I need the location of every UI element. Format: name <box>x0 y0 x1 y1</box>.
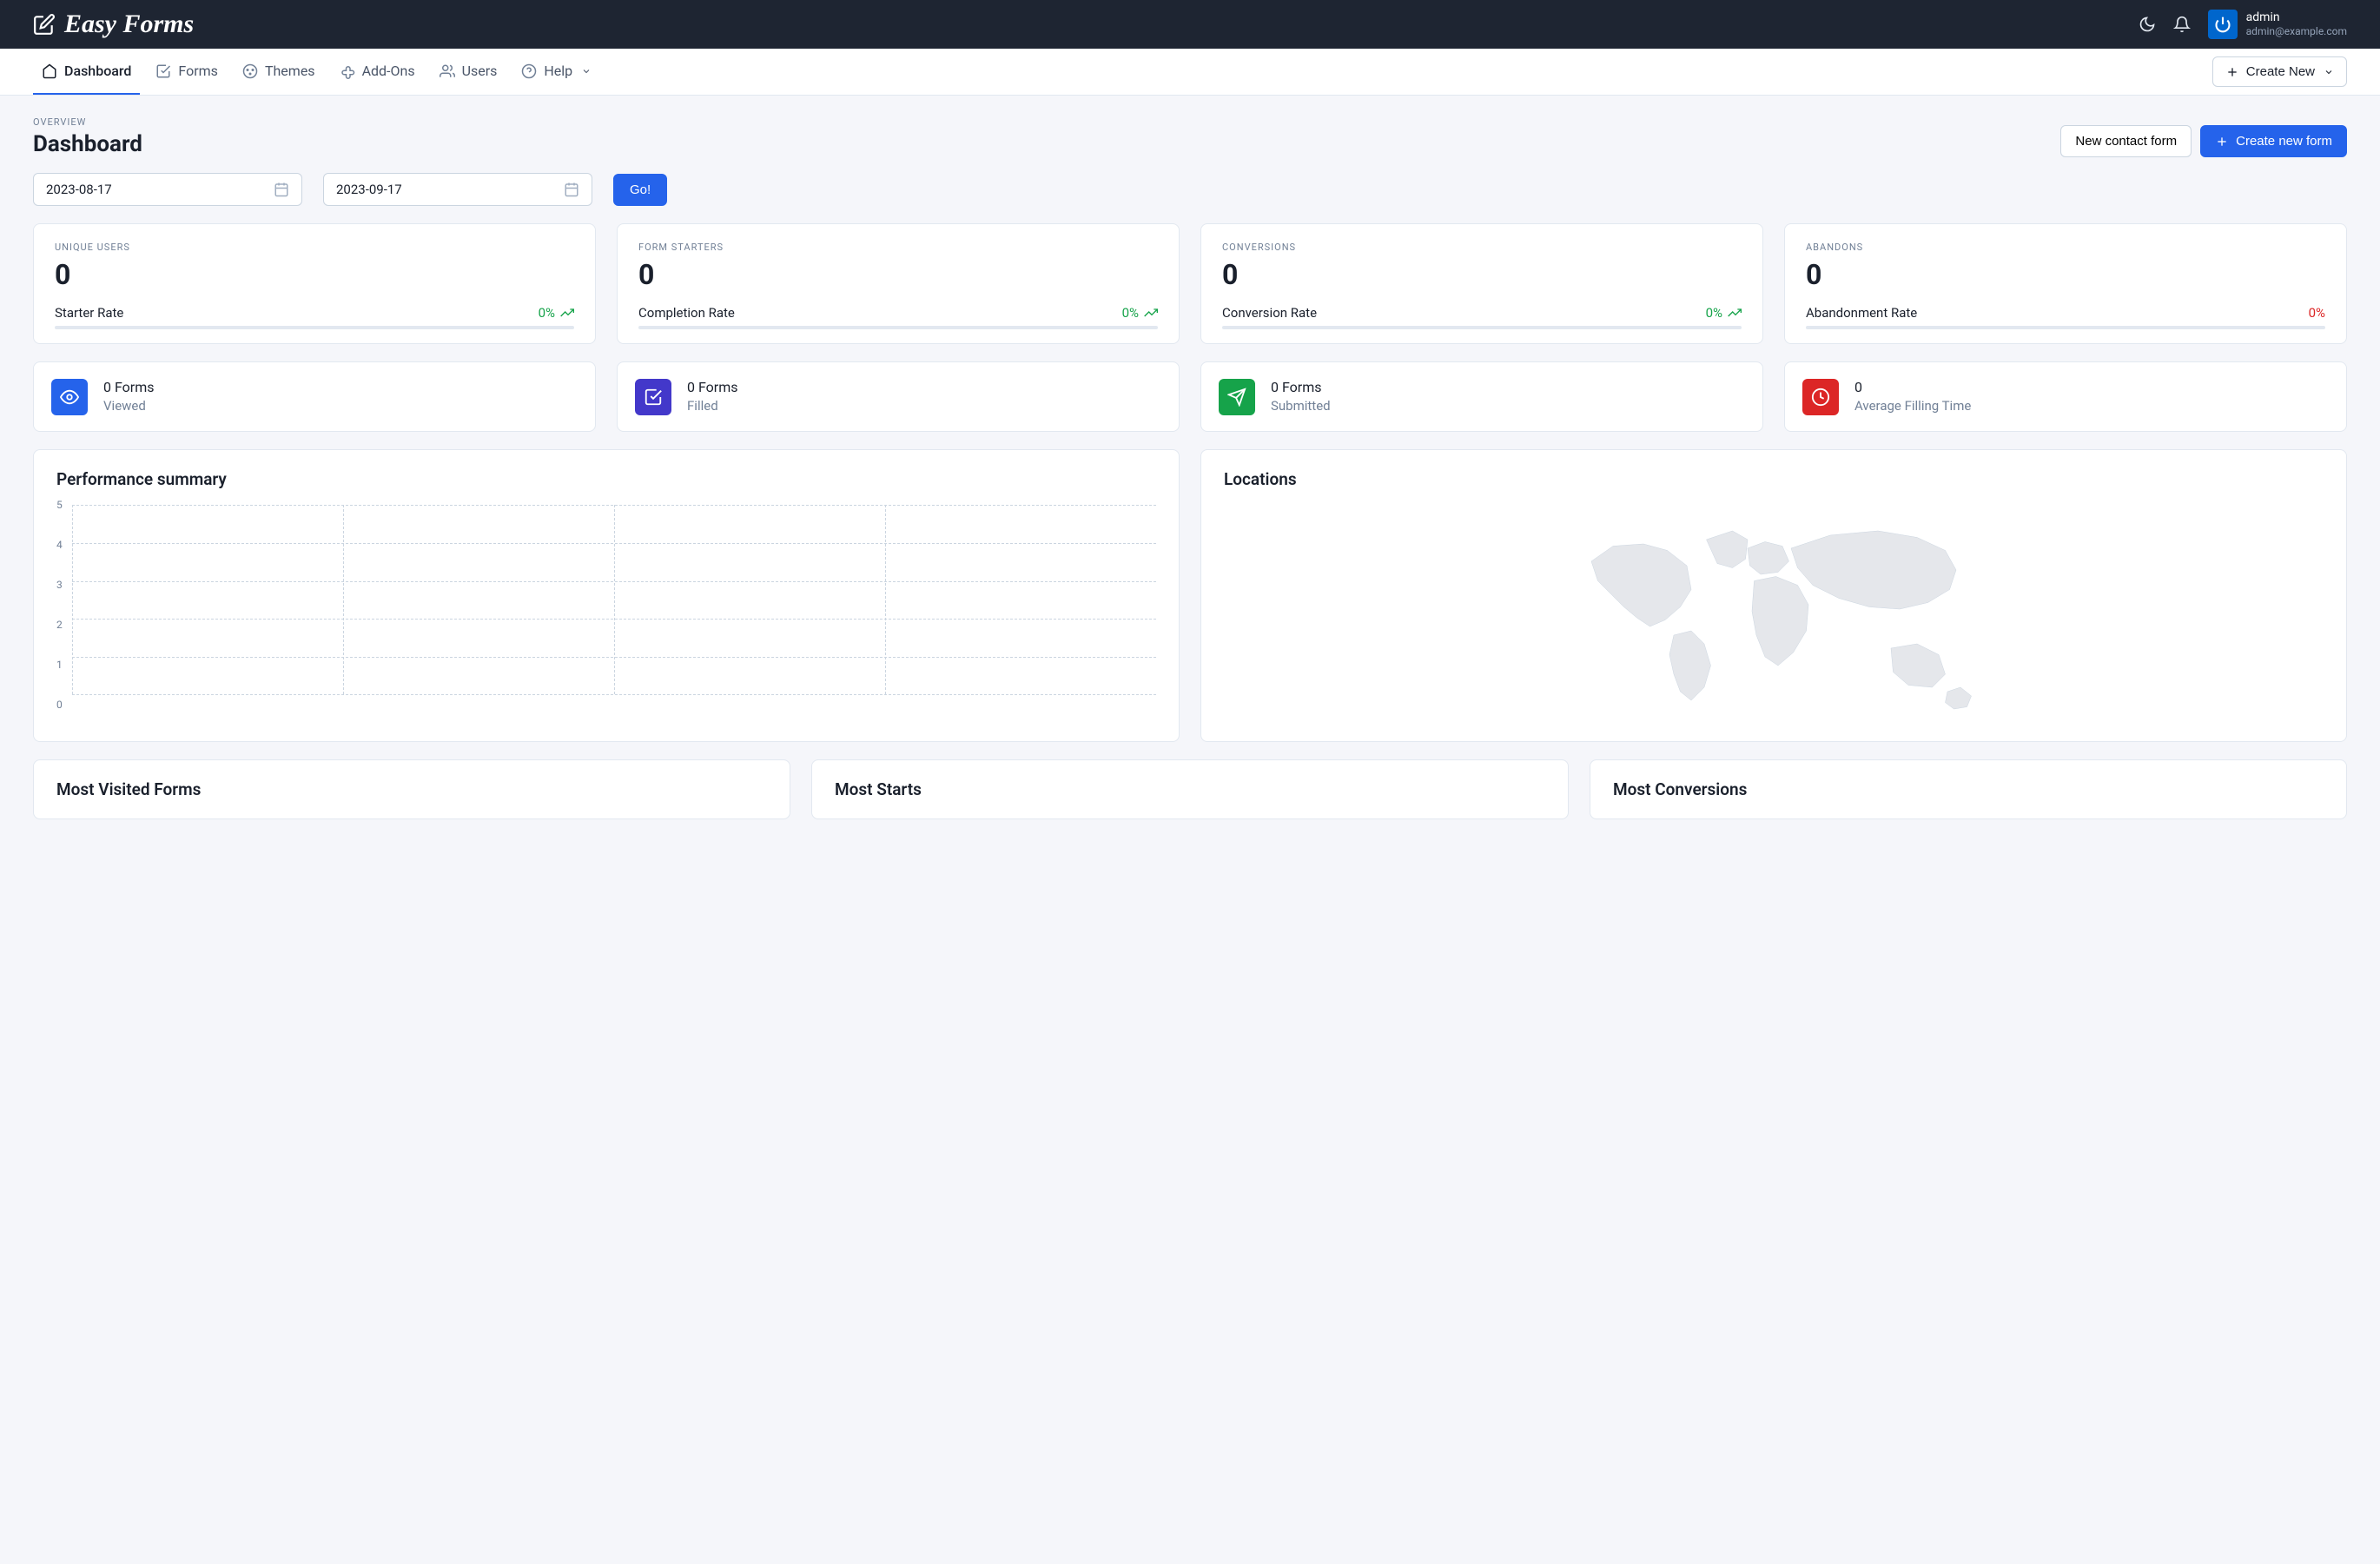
user-name: admin <box>2246 10 2347 25</box>
puzzle-icon <box>340 63 355 79</box>
palette-icon <box>242 63 258 79</box>
locations-panel: Locations <box>1200 449 2347 742</box>
most-conversions: Most Conversions <box>1590 759 2347 819</box>
nav-label: Dashboard <box>64 63 131 79</box>
eye-icon <box>51 379 88 415</box>
calendar-icon <box>564 182 579 197</box>
nav-label: Help <box>544 63 572 79</box>
progress-bar <box>1806 326 2325 329</box>
forms-icon <box>155 63 171 79</box>
brand-text: Easy Forms <box>64 10 194 39</box>
progress-bar <box>638 326 1158 329</box>
stat-conversions: CONVERSIONS 0 Conversion Rate 0% <box>1200 223 1763 344</box>
start-date-input[interactable]: 2023-08-17 <box>33 173 302 206</box>
chevron-down-icon <box>2324 67 2334 77</box>
clock-icon <box>1802 379 1839 415</box>
chevron-down-icon <box>581 66 592 76</box>
trend-up-icon <box>560 306 574 320</box>
topbar: Easy Forms admin admin@example.com <box>0 0 2380 49</box>
world-map <box>1224 505 2324 722</box>
navbar: Dashboard Forms Themes Add-Ons Users Hel… <box>0 49 2380 96</box>
brand-logo[interactable]: Easy Forms <box>33 10 194 39</box>
mini-submitted: 0 Forms Submitted <box>1200 361 1763 432</box>
nav-label: Themes <box>265 63 315 79</box>
power-icon <box>2214 16 2231 33</box>
performance-panel: Performance summary 5 4 3 2 1 0 <box>33 449 1180 742</box>
page-header: OVERVIEW Dashboard New contact form Crea… <box>33 116 2347 157</box>
nav-themes[interactable]: Themes <box>234 49 324 95</box>
most-starts: Most Starts <box>811 759 1569 819</box>
bell-icon[interactable] <box>2173 16 2191 33</box>
content: OVERVIEW Dashboard New contact form Crea… <box>0 96 2380 840</box>
mini-grid: 0 Forms Viewed 0 Forms Filled 0 Forms Su… <box>33 361 2347 432</box>
page-title: Dashboard <box>33 131 142 157</box>
nav-dashboard[interactable]: Dashboard <box>33 49 140 95</box>
stat-form-starters: FORM STARTERS 0 Completion Rate 0% <box>617 223 1180 344</box>
send-icon <box>1219 379 1255 415</box>
mini-filled: 0 Forms Filled <box>617 361 1180 432</box>
users-icon <box>440 63 455 79</box>
user-menu[interactable]: admin admin@example.com <box>2208 10 2347 39</box>
trend-up-icon <box>1728 306 1742 320</box>
plus-icon <box>2215 135 2229 149</box>
nav-label: Forms <box>178 63 218 79</box>
check-square-icon <box>635 379 671 415</box>
calendar-icon <box>274 182 289 197</box>
stat-abandons: ABANDONS 0 Abandonment Rate 0% <box>1784 223 2347 344</box>
nav-items: Dashboard Forms Themes Add-Ons Users Hel… <box>33 49 600 95</box>
panel-row: Performance summary 5 4 3 2 1 0 <box>33 449 2347 742</box>
nav-help[interactable]: Help <box>512 49 600 95</box>
user-email: admin@example.com <box>2246 25 2347 37</box>
nav-forms[interactable]: Forms <box>147 49 227 95</box>
trend-up-icon <box>1144 306 1158 320</box>
nav-label: Add-Ons <box>362 63 415 79</box>
topbar-right: admin admin@example.com <box>2139 10 2347 39</box>
stat-unique-users: UNIQUE USERS 0 Starter Rate 0% <box>33 223 596 344</box>
header-actions: New contact form Create new form <box>2060 125 2347 157</box>
user-info: admin admin@example.com <box>2246 10 2347 37</box>
moon-icon[interactable] <box>2139 16 2156 33</box>
nav-addons[interactable]: Add-Ons <box>331 49 424 95</box>
nav-users[interactable]: Users <box>431 49 506 95</box>
create-new-label: Create New <box>2246 64 2315 79</box>
progress-bar <box>1222 326 1742 329</box>
stat-grid: UNIQUE USERS 0 Starter Rate 0% FORM STAR… <box>33 223 2347 344</box>
home-icon <box>42 63 57 79</box>
end-date-input[interactable]: 2023-09-17 <box>323 173 592 206</box>
progress-bar <box>55 326 574 329</box>
go-button[interactable]: Go! <box>613 174 667 206</box>
performance-chart: 5 4 3 2 1 0 <box>56 505 1156 705</box>
mini-avg-time: 0 Average Filling Time <box>1784 361 2347 432</box>
create-new-button[interactable]: Create New <box>2212 56 2347 87</box>
date-filter-row: 2023-08-17 2023-09-17 Go! <box>33 173 2347 206</box>
avatar <box>2208 10 2238 39</box>
plus-icon <box>2225 65 2239 79</box>
overview-label: OVERVIEW <box>33 116 142 128</box>
new-contact-form-button[interactable]: New contact form <box>2060 125 2192 157</box>
help-icon <box>521 63 537 79</box>
edit-icon <box>33 13 56 36</box>
most-visited-forms: Most Visited Forms <box>33 759 790 819</box>
nav-label: Users <box>462 63 498 79</box>
mini-viewed: 0 Forms Viewed <box>33 361 596 432</box>
create-new-form-button[interactable]: Create new form <box>2200 125 2347 157</box>
bottom-row: Most Visited Forms Most Starts Most Conv… <box>33 759 2347 819</box>
